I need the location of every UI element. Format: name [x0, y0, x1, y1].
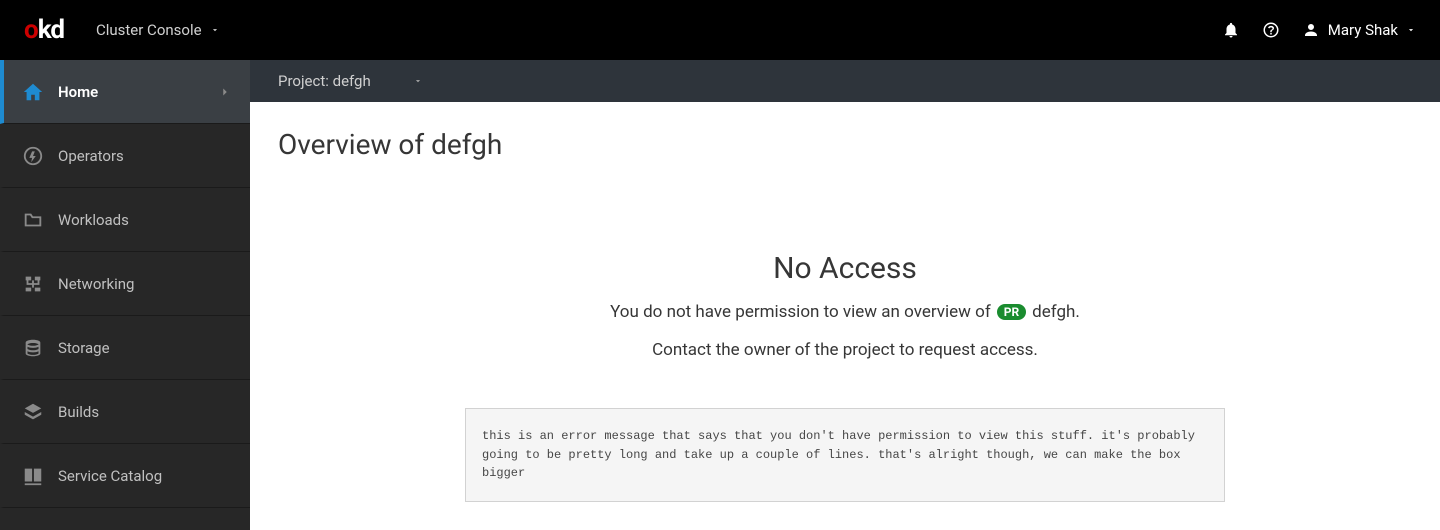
console-selector[interactable]: Cluster Console [96, 21, 220, 39]
sidebar-item-label: Service Catalog [58, 467, 162, 485]
book-icon [22, 465, 44, 487]
layers-icon [22, 401, 44, 423]
home-icon [22, 81, 44, 103]
project-selector-label: Project: defgh [278, 72, 371, 90]
error-message-box: this is an error message that says that … [465, 408, 1225, 502]
database-icon [22, 337, 44, 359]
sidebar-item-operators[interactable]: Operators [0, 124, 250, 188]
chevron-down-icon [210, 25, 220, 35]
empty-state-line1-prefix: You do not have permission to view an ov… [610, 302, 991, 322]
empty-state-line1-suffix: . [1075, 302, 1079, 322]
bell-icon[interactable] [1222, 21, 1240, 39]
console-selector-label: Cluster Console [96, 21, 202, 39]
help-icon[interactable] [1262, 21, 1280, 39]
sidebar-item-label: Workloads [58, 211, 129, 229]
folder-icon [22, 209, 44, 231]
user-icon [1302, 21, 1320, 39]
sidebar-item-service-catalog[interactable]: Service Catalog [0, 444, 250, 508]
sidebar: Home Operators Workloads Networking Stor… [0, 60, 250, 530]
bolt-icon [22, 145, 44, 167]
sidebar-item-workloads[interactable]: Workloads [0, 188, 250, 252]
sidebar-item-label: Operators [58, 147, 124, 165]
main-content: Project: defgh Overview of defgh No Acce… [250, 60, 1440, 530]
sidebar-item-label: Storage [58, 339, 110, 357]
sidebar-item-networking[interactable]: Networking [0, 252, 250, 316]
empty-state-line2: Contact the owner of the project to requ… [652, 340, 1038, 360]
user-name: Mary Shak [1328, 21, 1398, 39]
project-bar: Project: defgh [250, 60, 1440, 102]
empty-state: No Access You do not have permission to … [278, 251, 1412, 502]
sidebar-item-label: Builds [58, 403, 99, 421]
project-name: defgh [1032, 302, 1075, 322]
sidebar-item-label: Networking [58, 275, 134, 293]
chevron-down-icon [1406, 25, 1416, 35]
empty-state-title: No Access [773, 251, 917, 286]
page-title: Overview of defgh [278, 128, 1412, 161]
sidebar-item-label: Home [58, 83, 98, 101]
chevron-down-icon [413, 76, 423, 86]
user-menu[interactable]: Mary Shak [1302, 21, 1416, 39]
logo[interactable]: okd [24, 15, 64, 45]
topology-icon [22, 273, 44, 295]
project-selector[interactable]: Project: defgh [278, 72, 423, 90]
sidebar-item-builds[interactable]: Builds [0, 380, 250, 444]
topbar: okd Cluster Console Mary Shak [0, 0, 1440, 60]
sidebar-item-home[interactable]: Home [0, 60, 250, 124]
empty-state-line1: You do not have permission to view an ov… [610, 302, 1080, 322]
chevron-right-icon [218, 85, 232, 99]
project-badge: PR [997, 304, 1026, 320]
sidebar-item-storage[interactable]: Storage [0, 316, 250, 380]
